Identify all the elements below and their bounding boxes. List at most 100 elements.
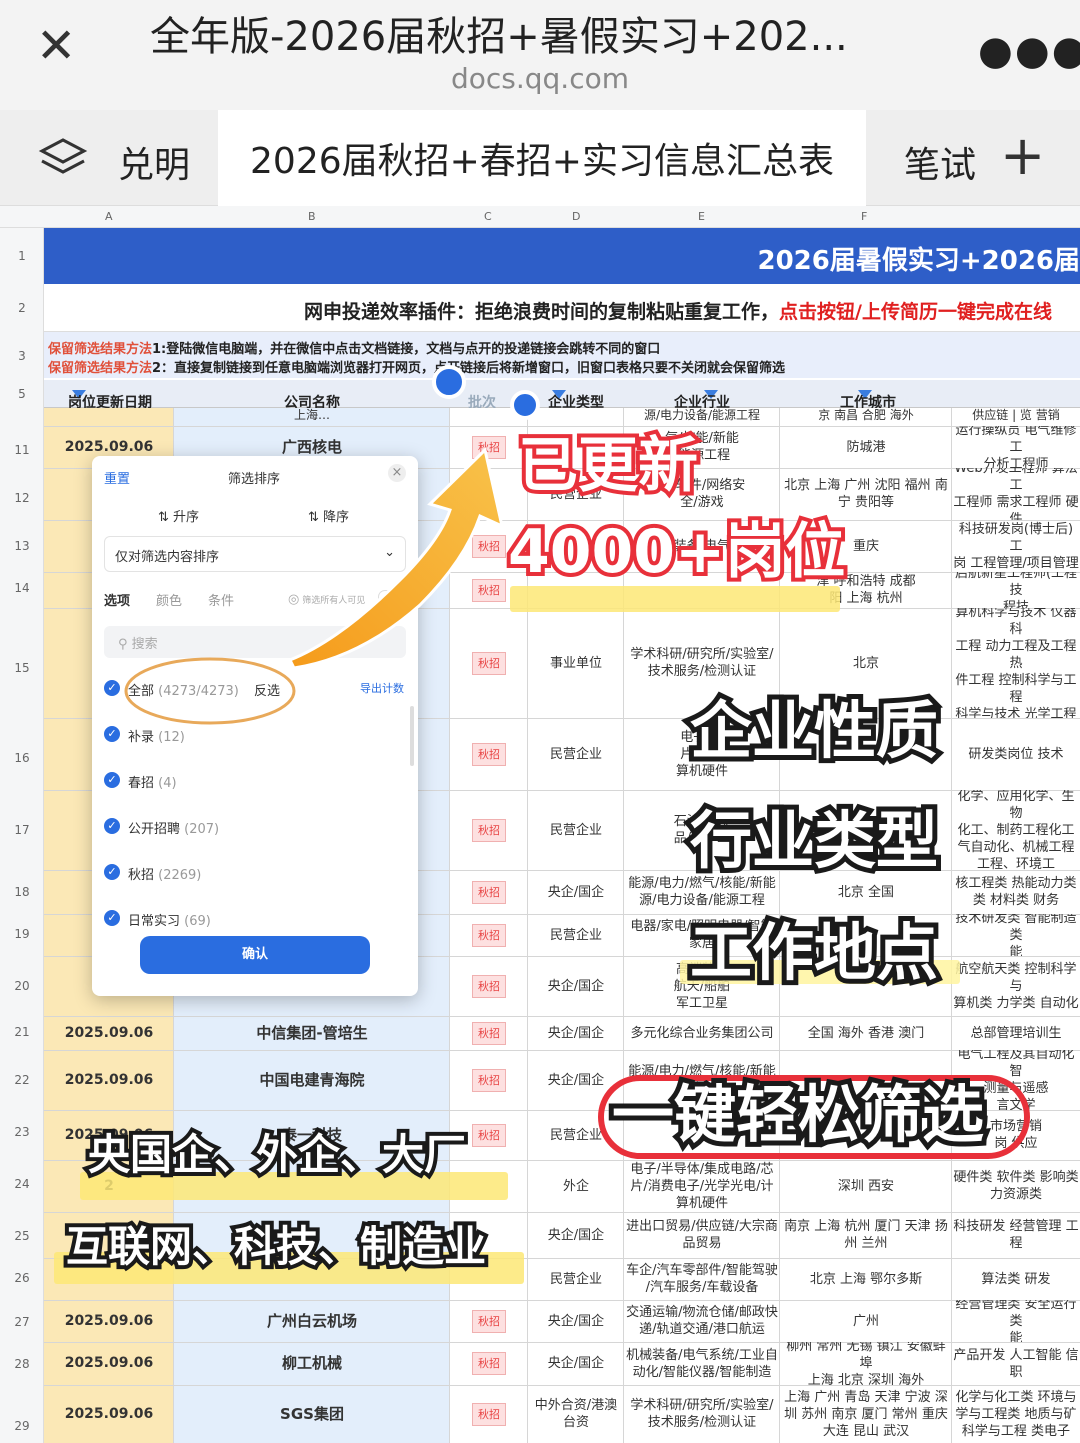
cell-positions[interactable]: 运行操纵员 电气维修工 分析工程师 [952, 426, 1080, 468]
cell-type[interactable]: 央企/国企 [528, 1300, 624, 1342]
cell-type[interactable]: 中外合资/港澳 台资 [528, 1385, 624, 1443]
cell-positions[interactable]: 科技研发 经营管理 工程 [952, 1212, 1080, 1258]
tab-explain[interactable]: 兑明 [118, 136, 190, 188]
col-letter[interactable]: C [484, 210, 492, 223]
selection-handle[interactable] [432, 365, 466, 399]
col-letter[interactable]: E [698, 210, 705, 223]
cell-city[interactable]: 防城港 [780, 426, 952, 468]
cell-positions[interactable]: 人工智能 集成电路科学 算机科学与技术 仪器科 工程 动力工程及工程热 件工程 … [952, 608, 1080, 718]
cell-positions[interactable]: 研发类岗位 技术 [952, 718, 1080, 790]
confirm-button[interactable]: 确认 [140, 936, 370, 974]
cell-batch[interactable]: 秋招 [450, 790, 528, 870]
cell-city[interactable]: 北京 上海 广州 沈阳 福州 南 宁 贵阳等 [780, 468, 952, 520]
row-number[interactable]: 26 [0, 1271, 44, 1285]
row-number[interactable]: 23 [0, 1125, 44, 1139]
cell-batch[interactable]: 秋招 [450, 956, 528, 1016]
row-number[interactable]: 5 [0, 387, 44, 401]
check-icon[interactable]: ✓ [104, 680, 120, 696]
row-number[interactable]: 3 [0, 349, 44, 363]
reset-button[interactable]: 重置 [104, 468, 130, 487]
filter-option[interactable]: 春招 (4) [128, 772, 177, 791]
cell-company[interactable]: 柳工机械 [174, 1342, 450, 1385]
cell-positions[interactable]: 技术研发类 智能制造类 能 [952, 914, 1080, 956]
row-number[interactable]: 15 [0, 661, 44, 675]
cell-date[interactable]: 2025.09.06 [44, 1300, 174, 1342]
layers-icon[interactable] [38, 136, 88, 180]
cell-date[interactable]: 2025.09.06 [44, 1342, 174, 1385]
filter-option[interactable]: 日常实习 (69) [128, 910, 211, 929]
sort-asc-button[interactable]: ⇅ 升序 [158, 506, 199, 525]
cell-city[interactable]: 北京 上海 鄂尔多斯 [780, 1258, 952, 1300]
row-number[interactable]: 28 [0, 1357, 44, 1371]
cell-date[interactable]: 2025.09.06 [44, 1016, 174, 1050]
row-number[interactable]: 2 [0, 301, 44, 315]
tab-active-sheet[interactable]: 2026届秋招+春招+实习信息汇总表 [218, 110, 866, 206]
cell-type[interactable]: 央企/国企 [528, 1016, 624, 1050]
row-number[interactable]: 18 [0, 885, 44, 899]
cell-batch[interactable]: 秋招 [450, 1385, 528, 1443]
row-number[interactable]: 22 [0, 1073, 44, 1087]
cell-positions[interactable]: 硬件类 软件类 影响类 力资源类 [952, 1160, 1080, 1212]
cell-type[interactable]: 央企/国企 [528, 870, 624, 914]
cell-positions[interactable]: 启航新星工程师(工程技 程技 [952, 572, 1080, 608]
tab-options[interactable]: 选项 [104, 590, 130, 609]
cell-city[interactable]: 柳州 常州 无锡 镇江 安徽蚌埠 上海 北京 深圳 海外 [780, 1342, 952, 1385]
check-icon[interactable]: ✓ [104, 818, 120, 834]
row-number[interactable]: 16 [0, 751, 44, 765]
cell-type[interactable]: 央企/国企 [528, 1342, 624, 1385]
cell-city[interactable]: 全国 海外 香港 澳门 [780, 1016, 952, 1050]
cell-industry[interactable]: 交通运输/物流仓储/邮政快 递/轨道交通/港口航运 [624, 1300, 780, 1342]
check-icon[interactable]: ✓ [104, 726, 120, 742]
cell-type[interactable]: 民营企业 [528, 790, 624, 870]
filter-option[interactable]: 公开招聘 (207) [128, 818, 219, 837]
cell-industry[interactable]: 机械装备/电气系统/工业自 动化/智能仪器/智能制造 [624, 1342, 780, 1385]
check-icon[interactable]: ✓ [104, 864, 120, 880]
col-letter[interactable]: A [105, 210, 113, 223]
row-number[interactable]: 29 [0, 1419, 44, 1433]
cell-positions[interactable]: 产品开发 人工智能 信 职 [952, 1342, 1080, 1385]
cell-company[interactable]: SGS集团 [174, 1385, 450, 1443]
add-sheet-icon[interactable]: + [1000, 124, 1045, 187]
more-icon[interactable]: ●●● [978, 28, 1080, 74]
cell-positions[interactable]: 化学与化工类 环境与 学与工程类 地质与矿 科学与工程 类电子 [952, 1385, 1080, 1443]
cell-positions[interactable]: Web开发工程师 算法工 工程师 需求工程师 硬件 [952, 468, 1080, 520]
header-type[interactable]: 企业类型 [548, 386, 604, 411]
cell-industry[interactable]: 电子/半导体/集成电路/芯 片/消费电子/光学光电/计 算机硬件 [624, 1160, 780, 1212]
cell-date[interactable]: 2025.09.06 [44, 1050, 174, 1110]
header-date[interactable]: 岗位更新日期 [68, 386, 152, 411]
cell-type[interactable]: 事业单位 [528, 608, 624, 718]
cell-industry[interactable]: 车企/汽车零部件/智能驾驶 /汽车服务/车载设备 [624, 1258, 780, 1300]
cell-industry[interactable]: 学术科研/研究所/实验室/ 技术服务/检测认证 [624, 1385, 780, 1443]
cell-batch[interactable]: 秋招 [450, 1016, 528, 1050]
export-count-button[interactable]: 导出计数 [360, 680, 404, 696]
row-number[interactable]: 11 [0, 443, 44, 457]
cell-company[interactable]: 广州白云机场 [174, 1300, 450, 1342]
cell-positions[interactable]: 总部管理培训生 [952, 1016, 1080, 1050]
cell-city[interactable]: 深圳 西安 [780, 1160, 952, 1212]
row-number[interactable]: 14 [0, 581, 44, 595]
check-icon[interactable]: ✓ [104, 910, 120, 926]
cell-batch[interactable]: 秋招 [450, 1050, 528, 1110]
cell-type[interactable]: 民营企业 [528, 718, 624, 790]
filter-option[interactable]: 秋招 (2269) [128, 864, 201, 883]
selection-handle[interactable] [510, 390, 540, 420]
cell-positions[interactable]: 经营管理类 安全运行类 能 [952, 1300, 1080, 1342]
row-number[interactable]: 20 [0, 979, 44, 993]
tab-written-test[interactable]: 笔试 [904, 136, 976, 188]
cell-type[interactable]: 外企 [528, 1160, 624, 1212]
cell-industry[interactable]: 进出口贸易/供应链/大宗商 品贸易 [624, 1212, 780, 1258]
cell-batch[interactable]: 秋招 [450, 1342, 528, 1385]
cell-positions[interactable]: 算法类 研发 [952, 1258, 1080, 1300]
cell-city[interactable]: 广州 [780, 1300, 952, 1342]
cell-batch[interactable]: 秋招 [450, 870, 528, 914]
cell-positions[interactable]: 科技研发岗(博士后) 工 岗 工程管理/项目管理 [952, 520, 1080, 572]
col-letter[interactable]: D [572, 210, 580, 223]
row-number[interactable]: 21 [0, 1025, 44, 1039]
row-number[interactable]: 17 [0, 823, 44, 837]
row-number[interactable]: 25 [0, 1229, 44, 1243]
cell-type[interactable]: 民营企业 [528, 1258, 624, 1300]
cell-batch[interactable]: 秋招 [450, 914, 528, 956]
cell-positions[interactable]: 核工程类 热能动力类 类 材料类 财务 [952, 870, 1080, 914]
row-number[interactable]: 19 [0, 927, 44, 941]
cell-company[interactable]: 中信集团-管培生 [174, 1016, 450, 1050]
